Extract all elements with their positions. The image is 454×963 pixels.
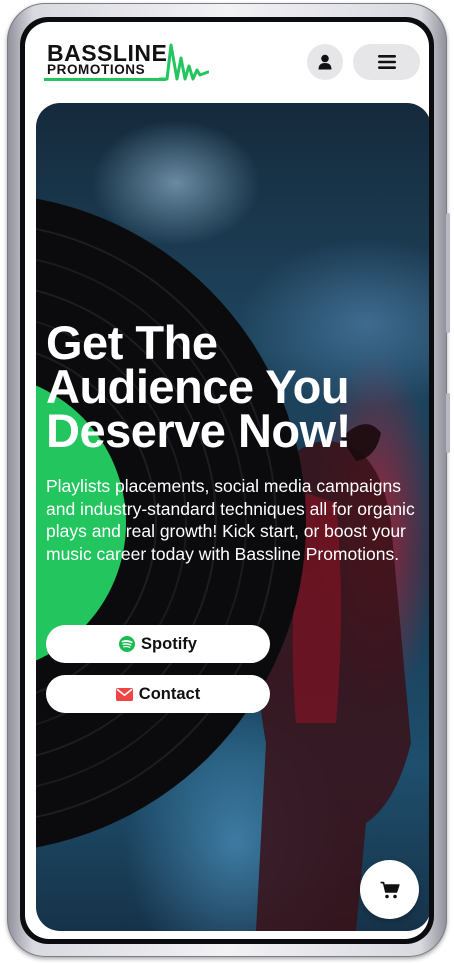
logo-underline — [44, 78, 166, 81]
hero-section: Get The Audience You Deserve Now! Playli… — [36, 103, 429, 931]
pulse-wave-icon — [159, 43, 209, 81]
hero-title-line3: Deserve Now! — [46, 404, 351, 457]
menu-button[interactable] — [353, 44, 420, 80]
browser-viewport: BASSLINE PROMOTIONS Get The Audience You… — [25, 22, 429, 939]
spotify-icon — [119, 636, 136, 652]
site-header: BASSLINE PROMOTIONS — [25, 22, 429, 102]
spotify-button[interactable]: Spotify — [46, 625, 270, 663]
hamburger-menu-icon — [377, 55, 396, 69]
bassline-logo[interactable]: BASSLINE PROMOTIONS — [44, 42, 209, 82]
spotify-button-label: Spotify — [141, 634, 197, 653]
contact-button[interactable]: Contact — [46, 675, 270, 713]
envelope-icon — [115, 687, 133, 701]
logo-name-line2: PROMOTIONS — [47, 62, 146, 77]
account-button[interactable] — [307, 44, 343, 80]
user-icon — [318, 54, 332, 70]
phone-frame: BASSLINE PROMOTIONS Get The Audience You… — [7, 3, 450, 957]
side-button-volume — [446, 213, 450, 333]
side-button-power — [446, 393, 450, 453]
logo-name-line1: BASSLINE — [47, 40, 168, 66]
shopping-cart-icon — [380, 881, 400, 898]
cart-button[interactable] — [360, 860, 419, 919]
phone-screen: BASSLINE PROMOTIONS Get The Audience You… — [20, 17, 434, 944]
hero-title: Get The Audience You Deserve Now! — [46, 319, 426, 454]
hero-description: Playlists placements, social media campa… — [46, 476, 415, 564]
contact-button-label: Contact — [138, 684, 201, 703]
